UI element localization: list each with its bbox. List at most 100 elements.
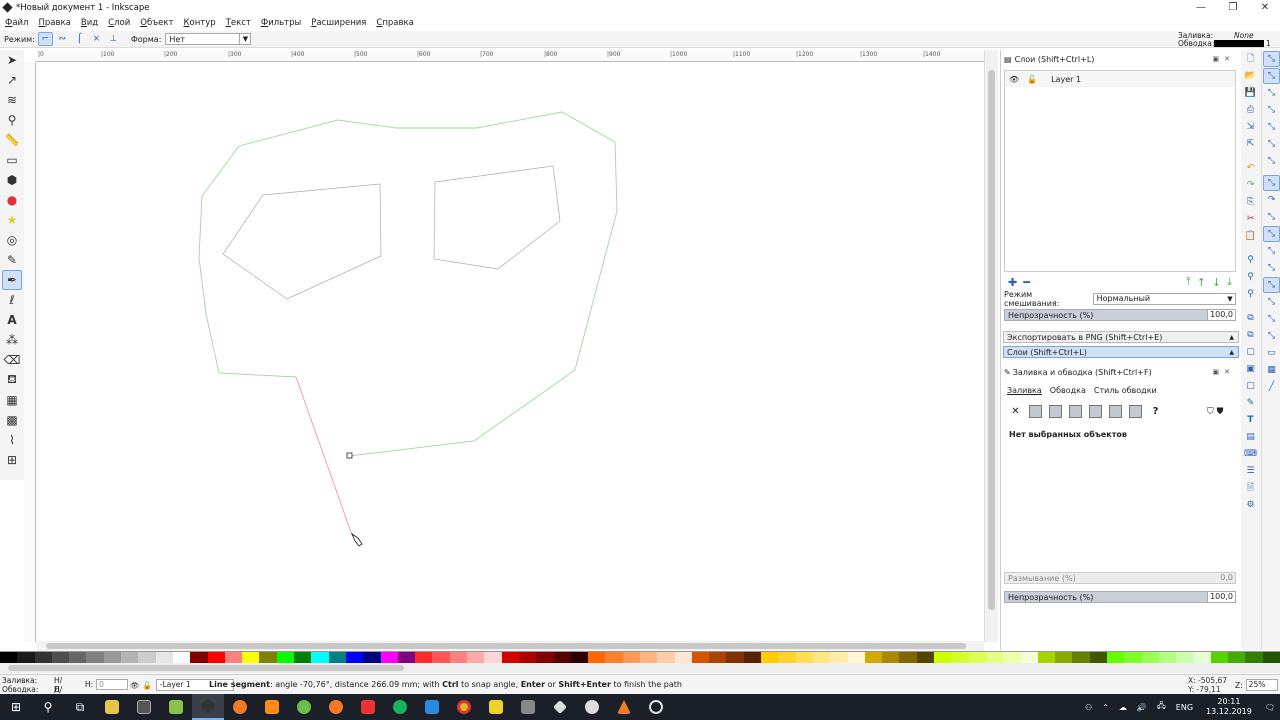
- palette-swatch[interactable]: [795, 652, 813, 663]
- palette-swatch[interactable]: [761, 652, 779, 663]
- snap-others-icon[interactable]: ⤡: [1263, 277, 1280, 293]
- blur-value[interactable]: 0,0: [1218, 573, 1235, 583]
- zoom-input[interactable]: 25%: [1245, 679, 1278, 691]
- pencil-tool-icon[interactable]: ✎: [2, 250, 22, 270]
- palette-swatch[interactable]: [224, 652, 243, 663]
- tab-stroke-style[interactable]: Стиль обводки: [1094, 386, 1157, 395]
- snap-bbox-page-icon[interactable]: ⤡: [1263, 153, 1280, 169]
- snap-midpoints-icon[interactable]: ⤡: [1263, 260, 1280, 276]
- palette-swatch[interactable]: [882, 652, 900, 663]
- unity-icon[interactable]: [640, 694, 672, 720]
- media-app-icon[interactable]: [352, 694, 384, 720]
- palette-scrollbar[interactable]: [0, 663, 1280, 673]
- fill-stroke-indicator[interactable]: Заливка: None Обводка: 1: [1178, 31, 1271, 48]
- paste-icon[interactable]: 📋: [1242, 228, 1259, 244]
- menu-edit[interactable]: Правка: [39, 18, 71, 28]
- star-tool-icon[interactable]: ★: [2, 210, 22, 230]
- palette-swatch[interactable]: [985, 652, 1004, 663]
- scroll-thumb[interactable]: [46, 643, 966, 649]
- sublime-icon[interactable]: [256, 694, 288, 720]
- palette-swatch[interactable]: [380, 652, 398, 663]
- export-png-panel-header[interactable]: Экспортировать в PNG (Shift+Ctrl+E) ▲: [1003, 331, 1239, 343]
- export-icon[interactable]: ⇱: [1242, 136, 1259, 152]
- palette-swatch[interactable]: [17, 652, 35, 663]
- spiral-tool-icon[interactable]: ◎: [2, 230, 22, 250]
- palette-swatch[interactable]: [1141, 652, 1159, 663]
- start-windows-icon[interactable]: ⊞: [0, 694, 32, 720]
- lower-bottom-icon[interactable]: ⤓: [1227, 275, 1232, 289]
- palette-swatch[interactable]: [518, 652, 537, 663]
- menu-view[interactable]: Вид: [81, 18, 98, 28]
- palette-swatch[interactable]: [657, 652, 675, 663]
- firefox-icon[interactable]: [224, 694, 256, 720]
- zoom-drawing-icon[interactable]: ⚲: [1242, 269, 1259, 285]
- palette-swatch[interactable]: [1072, 652, 1090, 663]
- eraser-tool-icon[interactable]: ⌫: [2, 350, 22, 370]
- language-indicator[interactable]: ENG: [1176, 703, 1193, 712]
- palette-swatch[interactable]: [622, 652, 640, 663]
- menu-filters[interactable]: Фильтры: [261, 18, 301, 28]
- open-icon[interactable]: 📂: [1242, 68, 1259, 84]
- palette-swatch[interactable]: [1262, 652, 1280, 663]
- app-icon[interactable]: [128, 694, 160, 720]
- krita-icon[interactable]: [480, 694, 512, 720]
- people-icon[interactable]: ⚇: [1085, 703, 1092, 712]
- vlc-icon[interactable]: [608, 694, 640, 720]
- palette-swatch[interactable]: [86, 652, 104, 663]
- shape-select[interactable]: Нет ▼: [165, 33, 252, 45]
- spray-tool-icon[interactable]: ⁂: [2, 330, 22, 350]
- palette-swatch[interactable]: [69, 652, 87, 663]
- search-icon[interactable]: ⚲: [32, 694, 64, 720]
- raise-icon[interactable]: ↑: [1197, 276, 1206, 289]
- ungroup-icon[interactable]: ▢: [1242, 378, 1259, 394]
- palette-swatch[interactable]: [536, 652, 554, 663]
- snap-bbox-corner-icon[interactable]: ⤡: [1263, 102, 1280, 118]
- scroll-thumb[interactable]: [988, 70, 995, 610]
- fill-stroke-icon[interactable]: ✎: [1242, 395, 1259, 411]
- snap-bbox-center-icon[interactable]: ⤡: [1263, 136, 1280, 152]
- palette-swatch[interactable]: [51, 652, 70, 663]
- snap-grid-icon[interactable]: ▦: [1263, 362, 1280, 378]
- palette-swatch[interactable]: [34, 652, 52, 663]
- panel-close-icon[interactable]: ▣✕: [1213, 55, 1235, 63]
- unreal-icon[interactable]: [576, 694, 608, 720]
- mesh-tool-icon[interactable]: ▩: [2, 410, 22, 430]
- drawing-canvas[interactable]: [36, 62, 984, 642]
- palette-swatch[interactable]: [242, 652, 260, 663]
- palette-swatch[interactable]: [812, 652, 831, 663]
- palette-swatch[interactable]: [934, 652, 952, 663]
- snap-rotation-icon[interactable]: ⤡: [1263, 311, 1280, 327]
- measure-tool-icon[interactable]: 📏: [2, 130, 22, 150]
- palette-swatch[interactable]: [916, 652, 935, 663]
- tab-fill[interactable]: Заливка: [1007, 386, 1042, 395]
- snap-bbox-midpoint-icon[interactable]: ⤡: [1263, 119, 1280, 135]
- notifications-icon[interactable]: 🗨: [1265, 703, 1275, 712]
- eye-icon[interactable]: 👁: [130, 681, 140, 690]
- import-icon[interactable]: ⇲: [1242, 119, 1259, 135]
- eye-icon[interactable]: 👁: [1009, 75, 1019, 84]
- pattern-icon[interactable]: [1109, 405, 1122, 418]
- new-document-icon[interactable]: 🗋: [1242, 51, 1259, 67]
- swatch-icon[interactable]: [1129, 405, 1142, 418]
- clock[interactable]: 20:11 13.12.2019: [1206, 697, 1252, 717]
- mode-straight-button[interactable]: ⊥: [106, 32, 121, 46]
- palette-swatch[interactable]: [294, 652, 312, 663]
- palette-swatch[interactable]: [778, 652, 796, 663]
- align-icon[interactable]: ☰: [1242, 463, 1259, 479]
- palette-swatch[interactable]: [743, 652, 762, 663]
- pen-tool-icon[interactable]: ✒: [2, 270, 22, 290]
- clone-icon[interactable]: ⧉: [1242, 327, 1259, 343]
- layer-row[interactable]: 👁 🔓 Layer 1: [1005, 71, 1235, 87]
- rectangle-tool-icon[interactable]: ▭: [2, 150, 22, 170]
- palette-swatch[interactable]: [1003, 652, 1021, 663]
- palette-swatch[interactable]: [553, 652, 571, 663]
- unlink-clone-icon[interactable]: ▢: [1242, 344, 1259, 360]
- no-paint-icon[interactable]: ✕: [1009, 405, 1022, 418]
- palette-swatch[interactable]: [588, 652, 606, 663]
- snap-text-baseline-icon[interactable]: ⤡: [1263, 328, 1280, 344]
- palette-swatch[interactable]: [467, 652, 485, 663]
- palette-swatch[interactable]: [1124, 652, 1142, 663]
- palette-swatch[interactable]: [1176, 652, 1194, 663]
- cut-icon[interactable]: ✂: [1242, 211, 1259, 227]
- menu-help[interactable]: Справка: [376, 18, 413, 28]
